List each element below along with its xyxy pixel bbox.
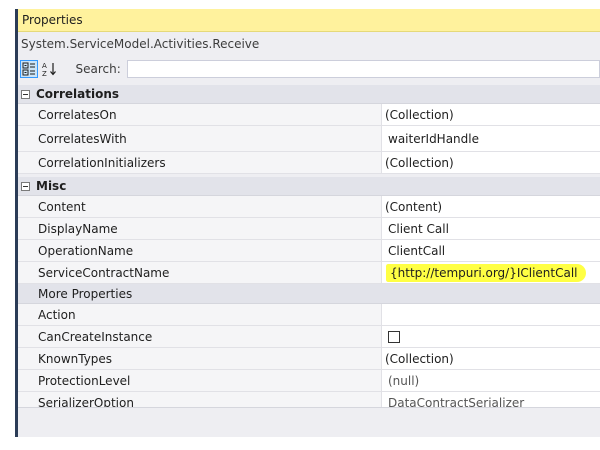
property-row-operationname[interactable]: OperationName ClientCall (18, 240, 600, 262)
alphabetical-button[interactable]: A Z (40, 60, 58, 78)
property-value[interactable]: (Content) (382, 196, 600, 217)
categorized-icon (22, 62, 35, 76)
property-value-cell[interactable]: {http://tempuri.org/}IClientCall (382, 262, 600, 283)
property-name: CorrelatesOn (18, 104, 382, 125)
more-properties-header[interactable]: More Properties (18, 284, 600, 304)
property-name: Action (18, 304, 382, 325)
property-name: ProtectionLevel (18, 370, 382, 391)
property-row-displayname[interactable]: DisplayName Client Call (18, 218, 600, 240)
property-row-correlateswith[interactable]: CorrelatesWith waiterIdHandle (18, 126, 600, 152)
property-value[interactable]: ClientCall (382, 240, 600, 261)
property-name: CorrelatesWith (18, 126, 382, 151)
property-value[interactable]: Client Call (382, 218, 600, 239)
category-misc[interactable]: Misc (18, 177, 600, 196)
property-name: ServiceContractName (18, 262, 382, 283)
property-row-knowntypes[interactable]: KnownTypes (Collection) (18, 348, 600, 370)
property-value[interactable]: (Collection) (382, 152, 600, 173)
cancreateinstance-checkbox[interactable] (388, 330, 400, 343)
property-value-cell[interactable] (382, 326, 600, 347)
property-name: CanCreateInstance (18, 326, 382, 347)
search-label: Search: (75, 62, 121, 76)
collapse-icon[interactable] (21, 89, 30, 99)
property-value[interactable]: (null) (382, 370, 600, 391)
property-value[interactable]: (Collection) (382, 104, 600, 125)
properties-window: Properties System.ServiceModel.Activitie… (15, 9, 600, 437)
selected-object-name: System.ServiceModel.Activities.Receive (21, 37, 260, 51)
svg-text:A: A (42, 62, 47, 70)
property-value[interactable]: (Collection) (382, 348, 600, 369)
sort-alphabetical-icon: A Z (42, 62, 56, 77)
properties-toolbar: A Z Search: (18, 57, 600, 81)
category-label: Misc (36, 179, 67, 193)
property-row-protectionlevel[interactable]: ProtectionLevel (null) (18, 370, 600, 392)
property-name: KnownTypes (18, 348, 382, 369)
property-name: Content (18, 196, 382, 217)
window-title: Properties (22, 13, 83, 27)
categorized-button[interactable] (20, 60, 38, 78)
property-name: OperationName (18, 240, 382, 261)
property-value[interactable]: waiterIdHandle (382, 126, 600, 151)
property-row-action[interactable]: Action (18, 304, 600, 326)
highlighted-contract-value[interactable]: {http://tempuri.org/}IClientCall (386, 263, 586, 282)
description-pane (18, 407, 600, 437)
property-name: DisplayName (18, 218, 382, 239)
property-value[interactable] (382, 304, 600, 325)
category-label: Correlations (36, 87, 120, 101)
category-correlations[interactable]: Correlations (18, 85, 600, 104)
property-row-cancreateinstance[interactable]: CanCreateInstance (18, 326, 600, 348)
collapse-icon[interactable] (21, 181, 30, 191)
property-row-correlationinitializers[interactable]: CorrelationInitializers (Collection) (18, 152, 600, 174)
svg-text:Z: Z (42, 70, 47, 77)
property-row-correlateson[interactable]: CorrelatesOn (Collection) (18, 104, 600, 126)
properties-titlebar: Properties (18, 9, 600, 32)
property-row-servicecontractname[interactable]: ServiceContractName {http://tempuri.org/… (18, 262, 600, 284)
property-name: CorrelationInitializers (18, 152, 382, 173)
property-grid: Correlations CorrelatesOn (Collection) C… (18, 85, 600, 414)
search-input[interactable] (126, 60, 600, 78)
property-row-content[interactable]: Content (Content) (18, 196, 600, 218)
